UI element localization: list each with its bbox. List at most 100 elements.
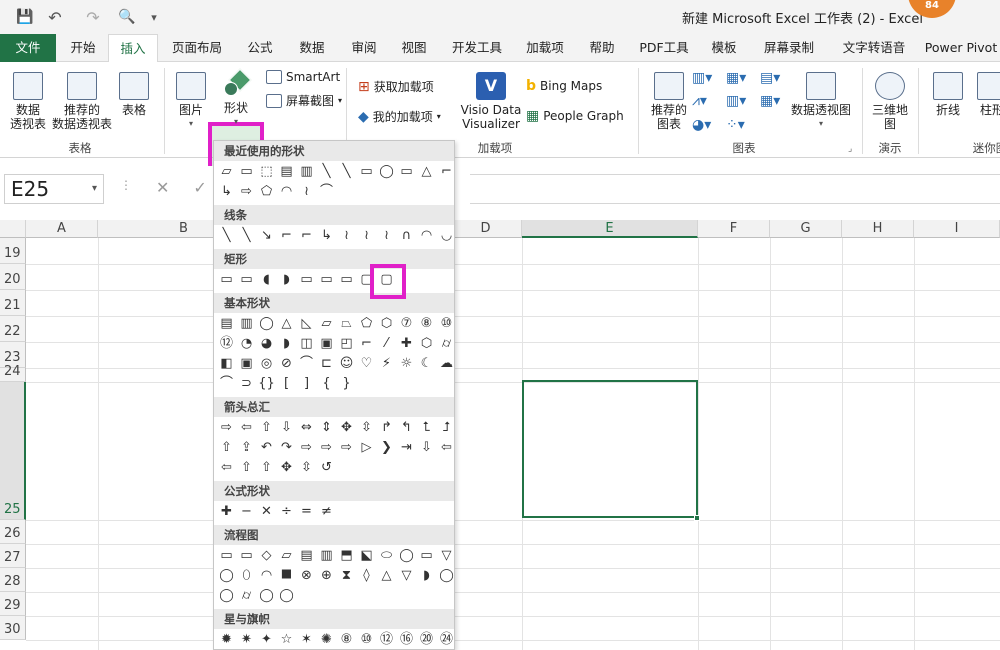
tab-pdf-tools[interactable]: PDF工具 (634, 34, 694, 62)
column-header-a[interactable]: A (26, 220, 98, 238)
tab-screen-record[interactable]: 屏幕录制 (756, 34, 822, 62)
table-button[interactable]: 表格 (116, 72, 152, 117)
pivot-table-button[interactable]: 数据 透视表 (8, 72, 48, 131)
basic-shapes-shape-item[interactable]: ◕ (258, 335, 275, 352)
arrows-shape-item[interactable]: ⇧ (258, 419, 275, 436)
basic-shapes-shape-item[interactable]: ⑩ (438, 315, 454, 332)
row-header-29[interactable]: 29 (0, 592, 26, 616)
tab-help[interactable]: 帮助 (582, 34, 622, 62)
recent-shape-item[interactable]: ⌐ (438, 163, 454, 180)
basic-shapes-shape-item[interactable]: ☁ (438, 355, 454, 372)
charts-dialog-launcher-icon[interactable]: ⌟ (848, 144, 852, 154)
tab-power-pivot[interactable]: Power Pivot (922, 34, 1000, 62)
formula-shape-item[interactable]: ✚ (218, 503, 235, 520)
row-header-22[interactable]: 22 (0, 316, 26, 342)
recent-shape-item[interactable]: ╲ (338, 163, 355, 180)
arrows-shape-item[interactable]: ⇦ (438, 439, 454, 456)
basic-shapes-shape-item[interactable]: } (338, 375, 355, 392)
arrows-shape-item[interactable]: ⇳ (358, 419, 375, 436)
lines-shape-item[interactable]: ≀ (358, 227, 375, 244)
arrows-shape-item[interactable]: ✥ (278, 459, 295, 476)
row-header-26[interactable]: 26 (0, 520, 26, 544)
basic-shapes-shape-item[interactable]: ⌐ (358, 335, 375, 352)
basic-shapes-shape-item[interactable]: ▣ (238, 355, 255, 372)
column-header-d[interactable]: D (450, 220, 522, 238)
recent-shape-item[interactable]: ▭ (398, 163, 415, 180)
arrows-shape-item[interactable]: ⇔ (298, 419, 315, 436)
lines-shape-item[interactable]: ≀ (378, 227, 395, 244)
row-header-27[interactable]: 27 (0, 544, 26, 568)
tab-insert[interactable]: 插入 (108, 34, 158, 63)
flowchart-shape-item[interactable]: △ (378, 567, 395, 584)
basic-shapes-shape-item[interactable]: ⏢ (338, 315, 355, 332)
column-header-g[interactable]: G (770, 220, 842, 238)
tab-formulas[interactable]: 公式 (240, 34, 280, 62)
flowchart-shape-item[interactable]: ▱ (278, 547, 295, 564)
select-all-corner[interactable] (0, 220, 26, 238)
flowchart-shape-item[interactable]: ◯ (438, 567, 454, 584)
flowchart-shape-item[interactable]: ⬕ (358, 547, 375, 564)
chevron-down-icon[interactable]: ▾ (92, 175, 97, 203)
my-addins-button[interactable]: ◆ 我的加载项 ▾ (358, 108, 441, 125)
stars-shape-item[interactable]: ✦ (258, 631, 275, 648)
basic-shapes-shape-item[interactable]: ⌒ (218, 375, 235, 392)
formula-shape-item[interactable]: ≠ (318, 503, 335, 520)
line-chart-icon[interactable]: ⩘▾ (692, 93, 720, 110)
basic-shapes-shape-item[interactable]: ⊃ (238, 375, 255, 392)
undo-icon[interactable]: ↶ (44, 7, 66, 27)
flowchart-shape-item[interactable]: ▭ (418, 547, 435, 564)
arrows-shape-item[interactable]: ⇳ (298, 459, 315, 476)
lines-shape-item[interactable]: ⌐ (298, 227, 315, 244)
flowchart-shape-item[interactable]: ◯ (398, 547, 415, 564)
sparkline-column-button[interactable]: 柱形 (972, 72, 1000, 117)
statistic-chart-icon[interactable]: ▥▾ (726, 93, 754, 110)
formula-shape-item[interactable]: ✕ (258, 503, 275, 520)
flowchart-shape-item[interactable]: ◠ (258, 567, 275, 584)
arrows-shape-item[interactable]: ⇧ (218, 439, 235, 456)
basic-shapes-shape-item[interactable]: ♡ (358, 355, 375, 372)
arrows-shape-item[interactable]: ↺ (318, 459, 335, 476)
recent-shape-item[interactable]: ╲ (318, 163, 335, 180)
stars-shape-item[interactable]: ⑧ (338, 631, 355, 648)
lines-shape-item[interactable]: ∩ (398, 227, 415, 244)
arrows-shape-item[interactable]: ⇨ (218, 419, 235, 436)
row-header-19[interactable]: 19 (0, 238, 26, 264)
rectangles-shape-item[interactable]: ◗ (278, 271, 295, 288)
arrows-shape-item[interactable]: ⮥ (438, 419, 454, 436)
arrows-shape-item[interactable]: ▷ (358, 439, 375, 456)
basic-shapes-shape-item[interactable]: ◎ (258, 355, 275, 372)
stars-shape-item[interactable]: ⑯ (398, 631, 415, 648)
arrows-shape-item[interactable]: ⮤ (418, 419, 435, 436)
column-header-i[interactable]: I (914, 220, 1000, 238)
tab-data[interactable]: 数据 (292, 34, 332, 62)
recent-shape-item[interactable]: ▤ (278, 163, 295, 180)
basic-shapes-shape-item[interactable]: ⚡ (378, 355, 395, 372)
recent-shape-item[interactable]: ⌒ (318, 183, 335, 200)
hierarchy-chart-icon[interactable]: ▦▾ (726, 70, 754, 87)
name-box[interactable]: E25 ▾ (4, 174, 104, 204)
arrows-shape-item[interactable]: ↷ (278, 439, 295, 456)
row-header-30[interactable]: 30 (0, 616, 26, 640)
lines-shape-item[interactable]: ◠ (418, 227, 435, 244)
tab-review[interactable]: 审阅 (344, 34, 384, 62)
basic-shapes-shape-item[interactable]: ⑫ (218, 335, 235, 352)
flowchart-shape-item[interactable]: ⊗ (298, 567, 315, 584)
flowchart-shape-item[interactable]: ◯ (218, 587, 235, 604)
pie-chart-icon[interactable]: ◕▾ (692, 117, 720, 134)
arrows-shape-item[interactable]: ⇧ (258, 459, 275, 476)
arrows-shape-item[interactable]: ⇩ (418, 439, 435, 456)
tab-view[interactable]: 视图 (394, 34, 434, 62)
arrows-shape-item[interactable]: ↰ (398, 419, 415, 436)
arrows-shape-item[interactable]: ⇩ (278, 419, 295, 436)
stars-shape-item[interactable]: ⑫ (378, 631, 395, 648)
flowchart-shape-item[interactable]: ⧗ (338, 567, 355, 584)
rectangles-shape-item[interactable]: ▭ (218, 271, 235, 288)
recent-shape-item[interactable]: ↳ (218, 183, 235, 200)
rectangles-shape-item[interactable]: ▭ (318, 271, 335, 288)
basic-shapes-shape-item[interactable]: ⊏ (318, 355, 335, 372)
lines-shape-item[interactable]: ◡ (438, 227, 454, 244)
arrows-shape-item[interactable]: ⇨ (338, 439, 355, 456)
basic-shapes-shape-item[interactable]: ⌒ (298, 355, 315, 372)
lines-shape-item[interactable]: ≀ (338, 227, 355, 244)
basic-shapes-shape-item[interactable]: ☾ (418, 355, 435, 372)
